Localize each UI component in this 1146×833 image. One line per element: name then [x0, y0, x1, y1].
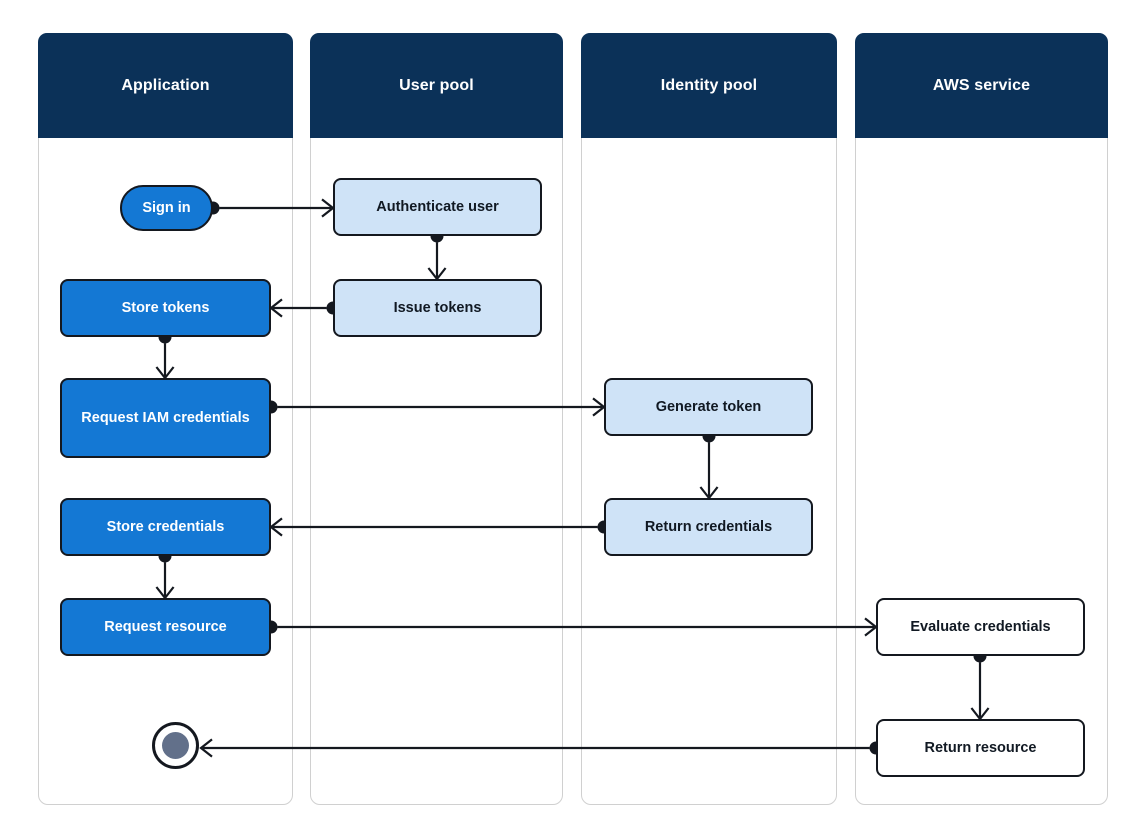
node-request-iam-credentials[interactable]: Request IAM credentials	[60, 378, 271, 458]
node-sign-in[interactable]: Sign in	[120, 185, 213, 231]
node-generate-token[interactable]: Generate token	[604, 378, 813, 436]
swimlane-header-label: AWS service	[932, 76, 1031, 94]
node-issue-tokens[interactable]: Issue tokens	[333, 279, 542, 337]
node-evaluate-credentials[interactable]: Evaluate credentials	[876, 598, 1085, 656]
end-node-fill	[161, 731, 190, 760]
swimlane-aws-service	[855, 33, 1108, 805]
node-label: Store credentials	[106, 518, 225, 535]
node-return-credentials[interactable]: Return credentials	[604, 498, 813, 556]
node-label: Return credentials	[644, 518, 773, 535]
swimlane-header-label: User pool	[399, 76, 474, 94]
node-label: Evaluate credentials	[910, 618, 1051, 635]
swimlane-user-pool	[310, 33, 563, 805]
swimlane-header-identity-pool: Identity pool	[581, 33, 837, 138]
swimlane-header-aws-service: AWS service	[855, 33, 1108, 138]
swimlane-header-label: Identity pool	[660, 76, 758, 94]
swimlane-header-application: Application	[38, 33, 293, 138]
node-label: Request IAM credentials	[81, 409, 250, 426]
node-label: Generate token	[655, 398, 762, 415]
flowchart-canvas: Application User pool Identity pool AWS ser…	[0, 0, 1146, 833]
node-request-resource[interactable]: Request resource	[60, 598, 271, 656]
swimlane-header-label: Application	[121, 76, 210, 94]
node-return-resource[interactable]: Return resource	[876, 719, 1085, 777]
node-label: Store tokens	[121, 299, 210, 316]
end-node[interactable]	[152, 722, 199, 769]
node-store-tokens[interactable]: Store tokens	[60, 279, 271, 337]
node-authenticate-user[interactable]: Authenticate user	[333, 178, 542, 236]
node-label: Authenticate user	[376, 198, 499, 215]
node-label: Issue tokens	[393, 299, 482, 316]
node-label: Return resource	[924, 739, 1037, 756]
node-label: Sign in	[142, 199, 191, 216]
swimlane-header-user-pool: User pool	[310, 33, 563, 138]
node-label: Request resource	[104, 618, 227, 635]
node-store-credentials[interactable]: Store credentials	[60, 498, 271, 556]
